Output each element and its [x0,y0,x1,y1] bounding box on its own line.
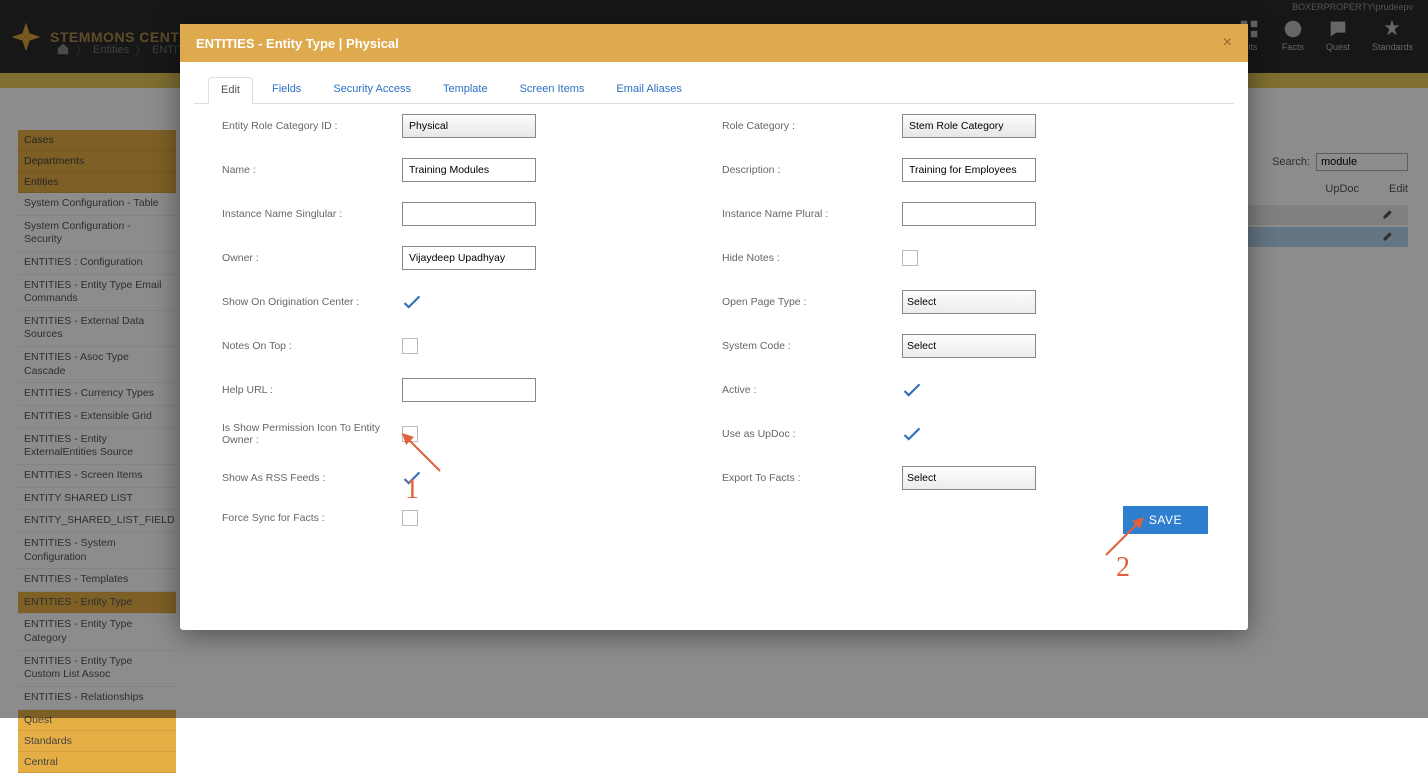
tab-edit[interactable]: Edit [208,77,253,104]
form-label: Hide Notes : [722,252,902,264]
text-input[interactable] [902,158,1036,182]
form-label: Name : [222,164,402,176]
text-input[interactable] [402,378,536,402]
modal-tabs: EditFieldsSecurity AccessTemplateScreen … [194,70,1234,104]
form-label: Owner : [222,252,402,264]
form-label: Entity Role Category ID : [222,120,402,132]
annotation-number-1: 1 [405,474,419,506]
form-label: Show As RSS Feeds : [222,472,402,484]
form-label: Is Show Permission Icon To Entity Owner … [222,422,402,446]
select-input[interactable] [902,290,1036,314]
form-grid: Entity Role Category ID : Role Category :… [222,114,1218,526]
form-label: Open Page Type : [722,296,902,308]
tab-email-aliases[interactable]: Email Aliases [603,76,694,103]
text-input[interactable] [402,114,536,138]
form-label: Instance Name Singlular : [222,208,402,220]
tab-security-access[interactable]: Security Access [320,76,424,103]
form-label: Help URL : [222,384,402,396]
form-label: Export To Facts : [722,472,902,484]
form-label: Active : [722,384,902,396]
text-input[interactable] [402,246,536,270]
form-label: Notes On Top : [222,340,402,352]
checkbox[interactable] [902,382,918,398]
tab-screen-items[interactable]: Screen Items [507,76,598,103]
modal-title: ENTITIES - Entity Type | Physical [196,36,399,51]
form-label: Use as UpDoc : [722,428,902,440]
sidebar-item[interactable]: Standards [18,731,176,752]
modal-header: ENTITIES - Entity Type | Physical × [180,24,1248,62]
checkbox[interactable] [402,510,418,526]
modal-body: Entity Role Category ID : Role Category :… [180,104,1248,630]
annotation-arrow-1 [398,429,448,479]
tab-fields[interactable]: Fields [259,76,314,103]
tab-template[interactable]: Template [430,76,501,103]
checkbox[interactable] [902,426,918,442]
entity-type-modal: ENTITIES - Entity Type | Physical × Edit… [180,24,1248,630]
annotation-number-2: 2 [1116,552,1130,584]
text-input[interactable] [402,158,536,182]
checkbox[interactable] [402,294,418,310]
text-input[interactable] [902,114,1036,138]
close-icon[interactable]: × [1223,34,1232,52]
form-label: Description : [722,164,902,176]
form-label: Role Category : [722,120,902,132]
select-input[interactable] [902,466,1036,490]
form-label: Instance Name Plural : [722,208,902,220]
form-label: Force Sync for Facts : [222,512,402,524]
form-label: System Code : [722,340,902,352]
sidebar-item[interactable]: Central [18,752,176,773]
form-label: Show On Origination Center : [222,296,402,308]
checkbox[interactable] [402,338,418,354]
text-input[interactable] [902,202,1036,226]
checkbox[interactable] [902,250,918,266]
select-input[interactable] [902,334,1036,358]
text-input[interactable] [402,202,536,226]
